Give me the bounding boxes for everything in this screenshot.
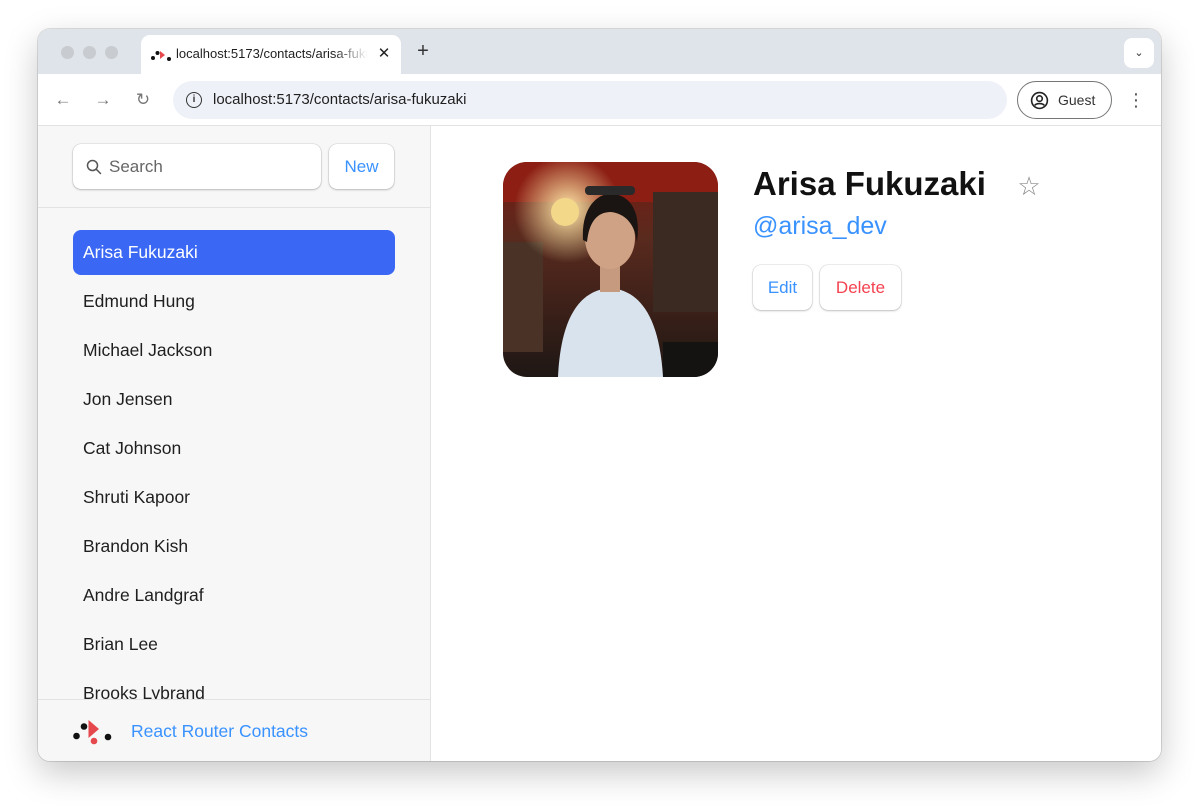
app-title-link[interactable]: React Router Contacts [131,721,308,742]
edit-button[interactable]: Edit [753,265,812,310]
profile-button[interactable]: Guest [1017,81,1112,119]
contact-list-item[interactable]: Edmund Hung [73,279,395,324]
forward-arrow-icon[interactable]: → [92,89,114,111]
contact-list-item[interactable]: Cat Johnson [73,426,395,471]
tab-search-chevron-down-icon[interactable]: ⌄ [1124,38,1154,68]
tab-close-icon[interactable]: ✕ [375,45,393,63]
contact-list: Arisa Fukuzaki Edmund Hung Michael Jackson… [73,230,395,720]
tab-title: localhost:5173/contacts/arisa-fukuzaki [176,46,368,61]
contact-name: Arisa Fukuzaki [753,165,986,202]
contact-list-item[interactable]: Arisa Fukuzaki [73,230,395,275]
new-tab-button[interactable]: + [412,40,434,62]
contact-list-item[interactable]: Michael Jackson [73,328,395,373]
profile-label: Guest [1058,92,1096,108]
search-icon [86,159,102,175]
browser-window: localhost:5173/contacts/arisa-fukuzaki ✕… [38,29,1161,761]
contact-list-item[interactable]: Brian Lee [73,622,395,667]
title-bar: localhost:5173/contacts/arisa-fukuzaki ✕… [38,29,1161,74]
search-box[interactable] [73,144,321,189]
favorite-star-icon[interactable]: ☆ [1014,171,1044,201]
search-input[interactable] [109,144,309,189]
contact-list-item[interactable]: Jon Jensen [73,377,395,422]
new-contact-button[interactable]: New [329,144,394,189]
account-circle-icon [1030,91,1049,110]
zoom-window-dot[interactable] [105,46,118,59]
twitter-handle-link[interactable]: @arisa_dev [753,212,887,241]
browser-menu-icon[interactable]: ⋮ [1126,88,1146,112]
sidebar-footer: React Router Contacts [38,699,430,761]
contact-list-item[interactable]: Andre Landgraf [73,573,395,618]
address-bar[interactable]: i localhost:5173/contacts/arisa-fukuzaki [173,81,1007,119]
contact-avatar [503,162,718,377]
react-router-favicon-icon [151,51,171,61]
minimize-window-dot[interactable] [83,46,96,59]
delete-button[interactable]: Delete [820,265,901,310]
browser-toolbar: ← → ↻ i localhost:5173/contacts/arisa-fu… [38,74,1161,126]
contact-detail: Arisa Fukuzaki ☆ @arisa_dev Edit Delete [432,126,1161,761]
react-router-logo-icon [73,720,112,745]
browser-tab[interactable]: localhost:5173/contacts/arisa-fukuzaki ✕ [141,35,401,74]
reload-icon[interactable]: ↻ [132,89,154,111]
sidebar: New Arisa FukuzakiEdmund HungMichael Jac… [38,126,431,761]
url-text[interactable]: localhost:5173/contacts/arisa-fukuzaki [213,91,466,109]
back-arrow-icon[interactable]: ← [52,89,74,111]
sidebar-search-bar: New [38,126,430,208]
contact-list-item[interactable]: Brandon Kish [73,524,395,569]
close-window-dot[interactable] [61,46,74,59]
site-info-icon[interactable]: i [186,92,202,108]
contact-list-item[interactable]: Shruti Kapoor [73,475,395,520]
